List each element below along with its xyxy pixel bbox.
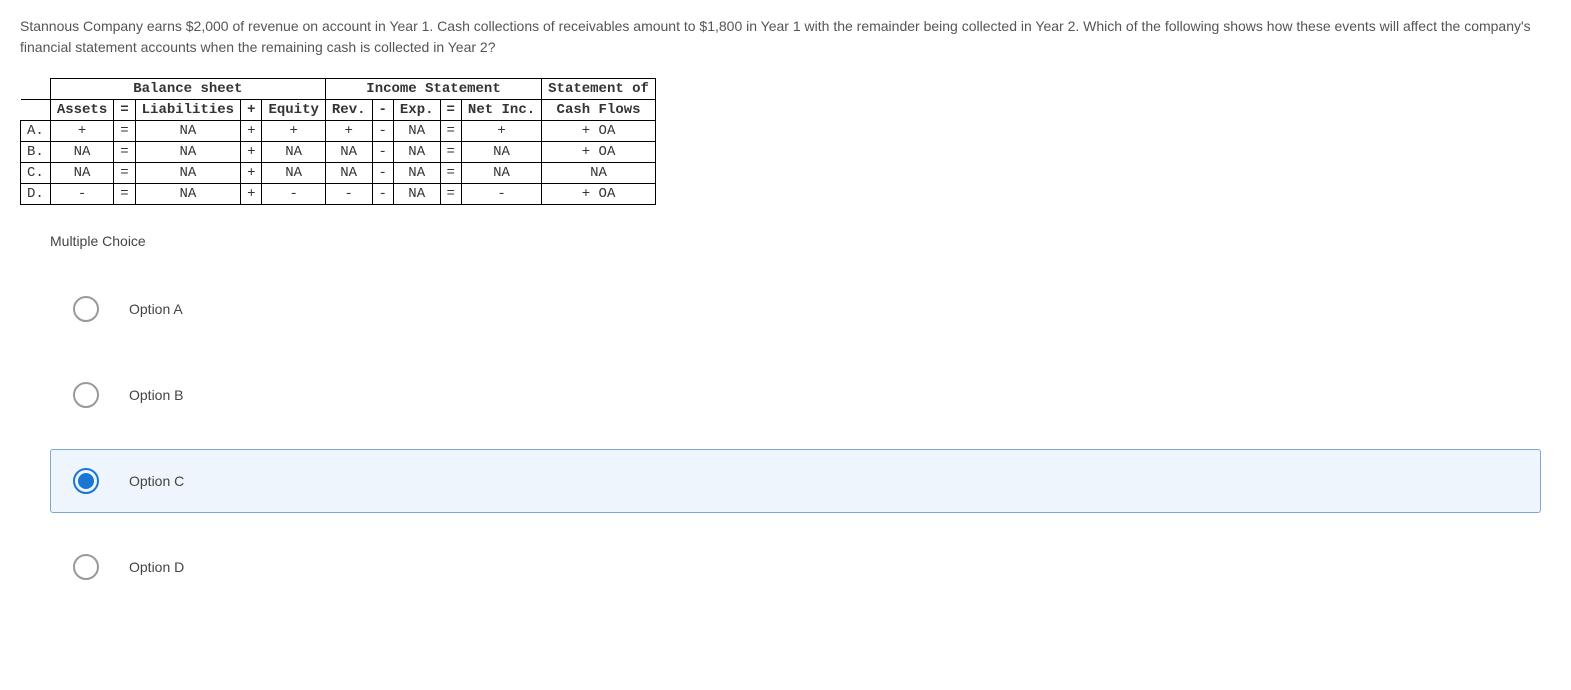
multiple-choice-heading: Multiple Choice [50,233,1551,249]
option-label: Option A [129,301,183,317]
table-cell-minus: - [372,184,393,205]
table-cell-eq1: = [114,184,135,205]
table-cell-rev: + [325,121,372,142]
option-label: Option C [129,473,184,489]
table-cell-eq1: = [114,142,135,163]
table-cell-eq1: = [114,163,135,184]
col-exp: Exp. [393,100,440,121]
col-liabilities: Liabilities [135,100,240,121]
table-cell-assets: NA [50,163,113,184]
option-b[interactable]: Option B [50,363,1541,427]
table-cell-exp: NA [393,163,440,184]
table-row: D.-=NA+---NA=-+ OA [21,184,656,205]
col-netinc: Net Inc. [461,100,541,121]
option-label: Option D [129,559,184,575]
table-blank-corner [21,79,51,100]
table-row: C.NA=NA+NANA-NA=NANA [21,163,656,184]
table-cell-equity: - [262,184,325,205]
table-cell-eq2: = [440,121,461,142]
table-cell-equity: NA [262,142,325,163]
table-cell-liabilities: NA [135,121,240,142]
option-d[interactable]: Option D [50,535,1541,599]
col-rev: Rev. [325,100,372,121]
table-cell-equity: + [262,121,325,142]
table-cell-minus: - [372,163,393,184]
group-header-balance-sheet: Balance sheet [50,79,325,100]
table-cell-plus1: + [241,163,262,184]
table-cell-netinc: + [461,121,541,142]
table-cell-label: C. [21,163,51,184]
question-text: Stannous Company earns $2,000 of revenue… [20,16,1551,58]
table-cell-liabilities: NA [135,142,240,163]
group-header-income-statement: Income Statement [325,79,541,100]
table-cell-eq2: = [440,142,461,163]
table-cell-exp: NA [393,121,440,142]
table-cell-cashflow: + OA [542,184,656,205]
group-header-cashflow-1: Statement of [542,79,656,100]
option-label: Option B [129,387,183,403]
table-cell-assets: - [50,184,113,205]
table-cell-label: B. [21,142,51,163]
radio-icon [73,296,99,322]
radio-icon [73,382,99,408]
radio-icon [73,554,99,580]
col-equity: Equity [262,100,325,121]
table-cell-rev: - [325,184,372,205]
col-assets: Assets [50,100,113,121]
table-cell-assets: + [50,121,113,142]
table-cell-exp: NA [393,142,440,163]
option-a[interactable]: Option A [50,277,1541,341]
table-blank-corner2 [21,100,51,121]
option-c[interactable]: Option C [50,449,1541,513]
table-cell-liabilities: NA [135,163,240,184]
table-cell-rev: NA [325,142,372,163]
table-cell-liabilities: NA [135,184,240,205]
table-cell-assets: NA [50,142,113,163]
table-cell-plus1: + [241,121,262,142]
table-cell-cashflow: NA [542,163,656,184]
col-plus1: + [241,100,262,121]
table-cell-eq2: = [440,163,461,184]
financial-effects-table: Balance sheet Income Statement Statement… [20,78,656,205]
table-cell-equity: NA [262,163,325,184]
table-row: B.NA=NA+NANA-NA=NA+ OA [21,142,656,163]
table-cell-eq1: = [114,121,135,142]
table-cell-exp: NA [393,184,440,205]
table-cell-label: A. [21,121,51,142]
table-cell-plus1: + [241,184,262,205]
table-cell-netinc: NA [461,163,541,184]
table-row: A.+=NA+++-NA=++ OA [21,121,656,142]
table-cell-cashflow: + OA [542,121,656,142]
radio-icon [73,468,99,494]
col-eq2: = [440,100,461,121]
table-cell-minus: - [372,121,393,142]
col-minus: - [372,100,393,121]
col-cashflow: Cash Flows [542,100,656,121]
options-container: Option A Option B Option C Option D [50,277,1541,599]
table-cell-cashflow: + OA [542,142,656,163]
table-cell-rev: NA [325,163,372,184]
table-cell-plus1: + [241,142,262,163]
table-cell-minus: - [372,142,393,163]
table-cell-eq2: = [440,184,461,205]
table-cell-netinc: NA [461,142,541,163]
table-cell-netinc: - [461,184,541,205]
table-cell-label: D. [21,184,51,205]
col-eq1: = [114,100,135,121]
